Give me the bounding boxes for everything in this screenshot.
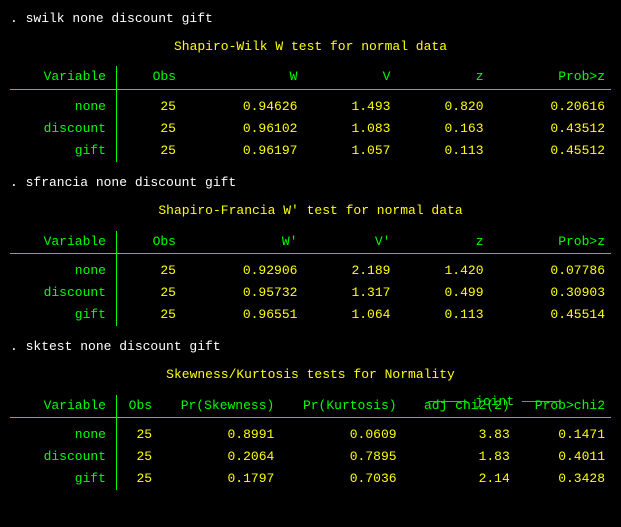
table-row: discount 25 0.2064 0.7895 1.83 0.4011 bbox=[10, 446, 611, 468]
col-w: W bbox=[182, 66, 303, 89]
joint-decor-right: ————— bbox=[522, 394, 561, 409]
sktest-title: Skewness/Kurtosis tests for Normality bbox=[10, 366, 611, 384]
cell-w: 0.94626 bbox=[182, 96, 303, 118]
table-row: gift 25 0.96551 1.064 0.113 0.45514 bbox=[10, 304, 611, 326]
swilk-table: Variable Obs W V z Prob>z none 25 0.9462… bbox=[10, 66, 611, 162]
cell-obs: 25 bbox=[117, 96, 182, 118]
col-v: V bbox=[303, 66, 396, 89]
table-header-row: Variable Obs W V z Prob>z bbox=[10, 66, 611, 89]
table-row: gift 25 0.96197 1.057 0.113 0.45512 bbox=[10, 140, 611, 162]
joint-label: joint bbox=[475, 394, 514, 409]
table-row: discount 25 0.95732 1.317 0.499 0.30903 bbox=[10, 282, 611, 304]
sfrancia-title: Shapiro-Francia W' test for normal data bbox=[10, 202, 611, 220]
command-swilk: . swilk none discount gift bbox=[10, 10, 611, 28]
table-header-row: Variable Obs W' V' z Prob>z bbox=[10, 231, 611, 254]
col-obs: Obs bbox=[117, 66, 182, 89]
table-row: none 25 0.94626 1.493 0.820 0.20616 bbox=[10, 96, 611, 118]
command-sfrancia: . sfrancia none discount gift bbox=[10, 174, 611, 192]
cell-p: 0.20616 bbox=[490, 96, 612, 118]
sfrancia-table: Variable Obs W' V' z Prob>z none 25 0.92… bbox=[10, 231, 611, 327]
table-row: none 25 0.92906 2.189 1.420 0.07786 bbox=[10, 260, 611, 282]
joint-decor-left: ————— bbox=[428, 394, 467, 409]
cell-v: 1.493 bbox=[303, 96, 396, 118]
table-row: none 25 0.8991 0.0609 3.83 0.1471 bbox=[10, 424, 611, 446]
table-row: gift 25 0.1797 0.7036 2.14 0.3428 bbox=[10, 468, 611, 490]
col-prob: Prob>z bbox=[490, 66, 612, 89]
cell-z: 0.820 bbox=[396, 96, 489, 118]
table-row: discount 25 0.96102 1.083 0.163 0.43512 bbox=[10, 118, 611, 140]
col-z: z bbox=[396, 66, 489, 89]
command-sktest: . sktest none discount gift bbox=[10, 338, 611, 356]
cell-var: none bbox=[10, 96, 117, 118]
swilk-title: Shapiro-Wilk W test for normal data bbox=[10, 38, 611, 56]
col-variable: Variable bbox=[10, 66, 117, 89]
